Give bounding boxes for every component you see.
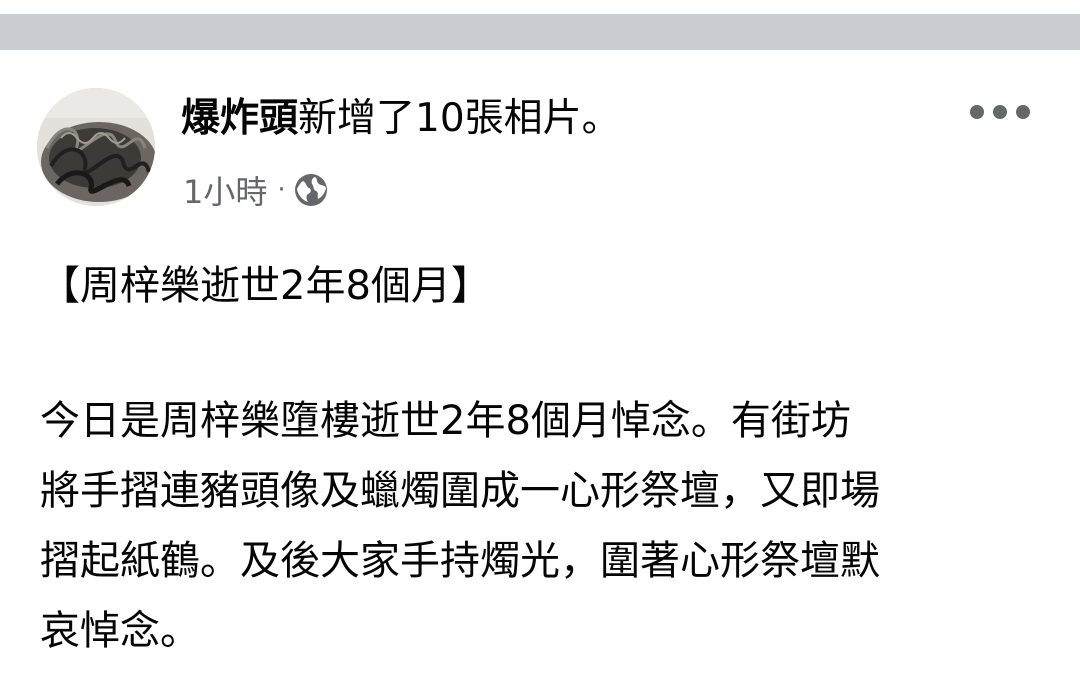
post-timestamp[interactable]: 1小時 <box>183 167 267 213</box>
post-meta: 1小時 · <box>183 168 328 212</box>
post-body-line: 將手摺連豬頭像及蠟燭圍成一心形祭壇，又即場 <box>40 468 880 514</box>
globe-icon[interactable] <box>294 173 328 207</box>
post-body-line: 摺起紙鶴。及後大家手持燭光，圍著心形祭壇默 <box>40 538 880 584</box>
post-card: 爆炸頭新增了10張相片。 1小時 · 【周梓樂逝世2年8個月】 今日是周梓樂墮樓… <box>0 50 1080 698</box>
avatar[interactable] <box>37 88 155 206</box>
post-body-line: 今日是周梓樂墮樓逝世2年8個月悼念。有街坊 <box>40 398 851 444</box>
top-separator-bar <box>0 14 1080 50</box>
status-strip <box>0 0 1080 14</box>
post-action-text: 新增了10張相片。 <box>298 96 621 141</box>
more-dot <box>1016 105 1030 119</box>
meta-separator: · <box>277 175 286 205</box>
more-dot <box>993 105 1007 119</box>
post-body-line: 哀悼念。 <box>40 608 200 654</box>
author-name[interactable]: 爆炸頭 <box>181 96 298 141</box>
post-body: 今日是周梓樂墮樓逝世2年8個月悼念。有街坊 將手摺連豬頭像及蠟燭圍成一心形祭壇，… <box>40 386 1050 666</box>
post-title: 【周梓樂逝世2年8個月】 <box>40 263 491 309</box>
more-dot <box>970 105 984 119</box>
more-options-icon[interactable] <box>970 100 1030 124</box>
post-header: 爆炸頭新增了10張相片。 <box>181 94 621 144</box>
